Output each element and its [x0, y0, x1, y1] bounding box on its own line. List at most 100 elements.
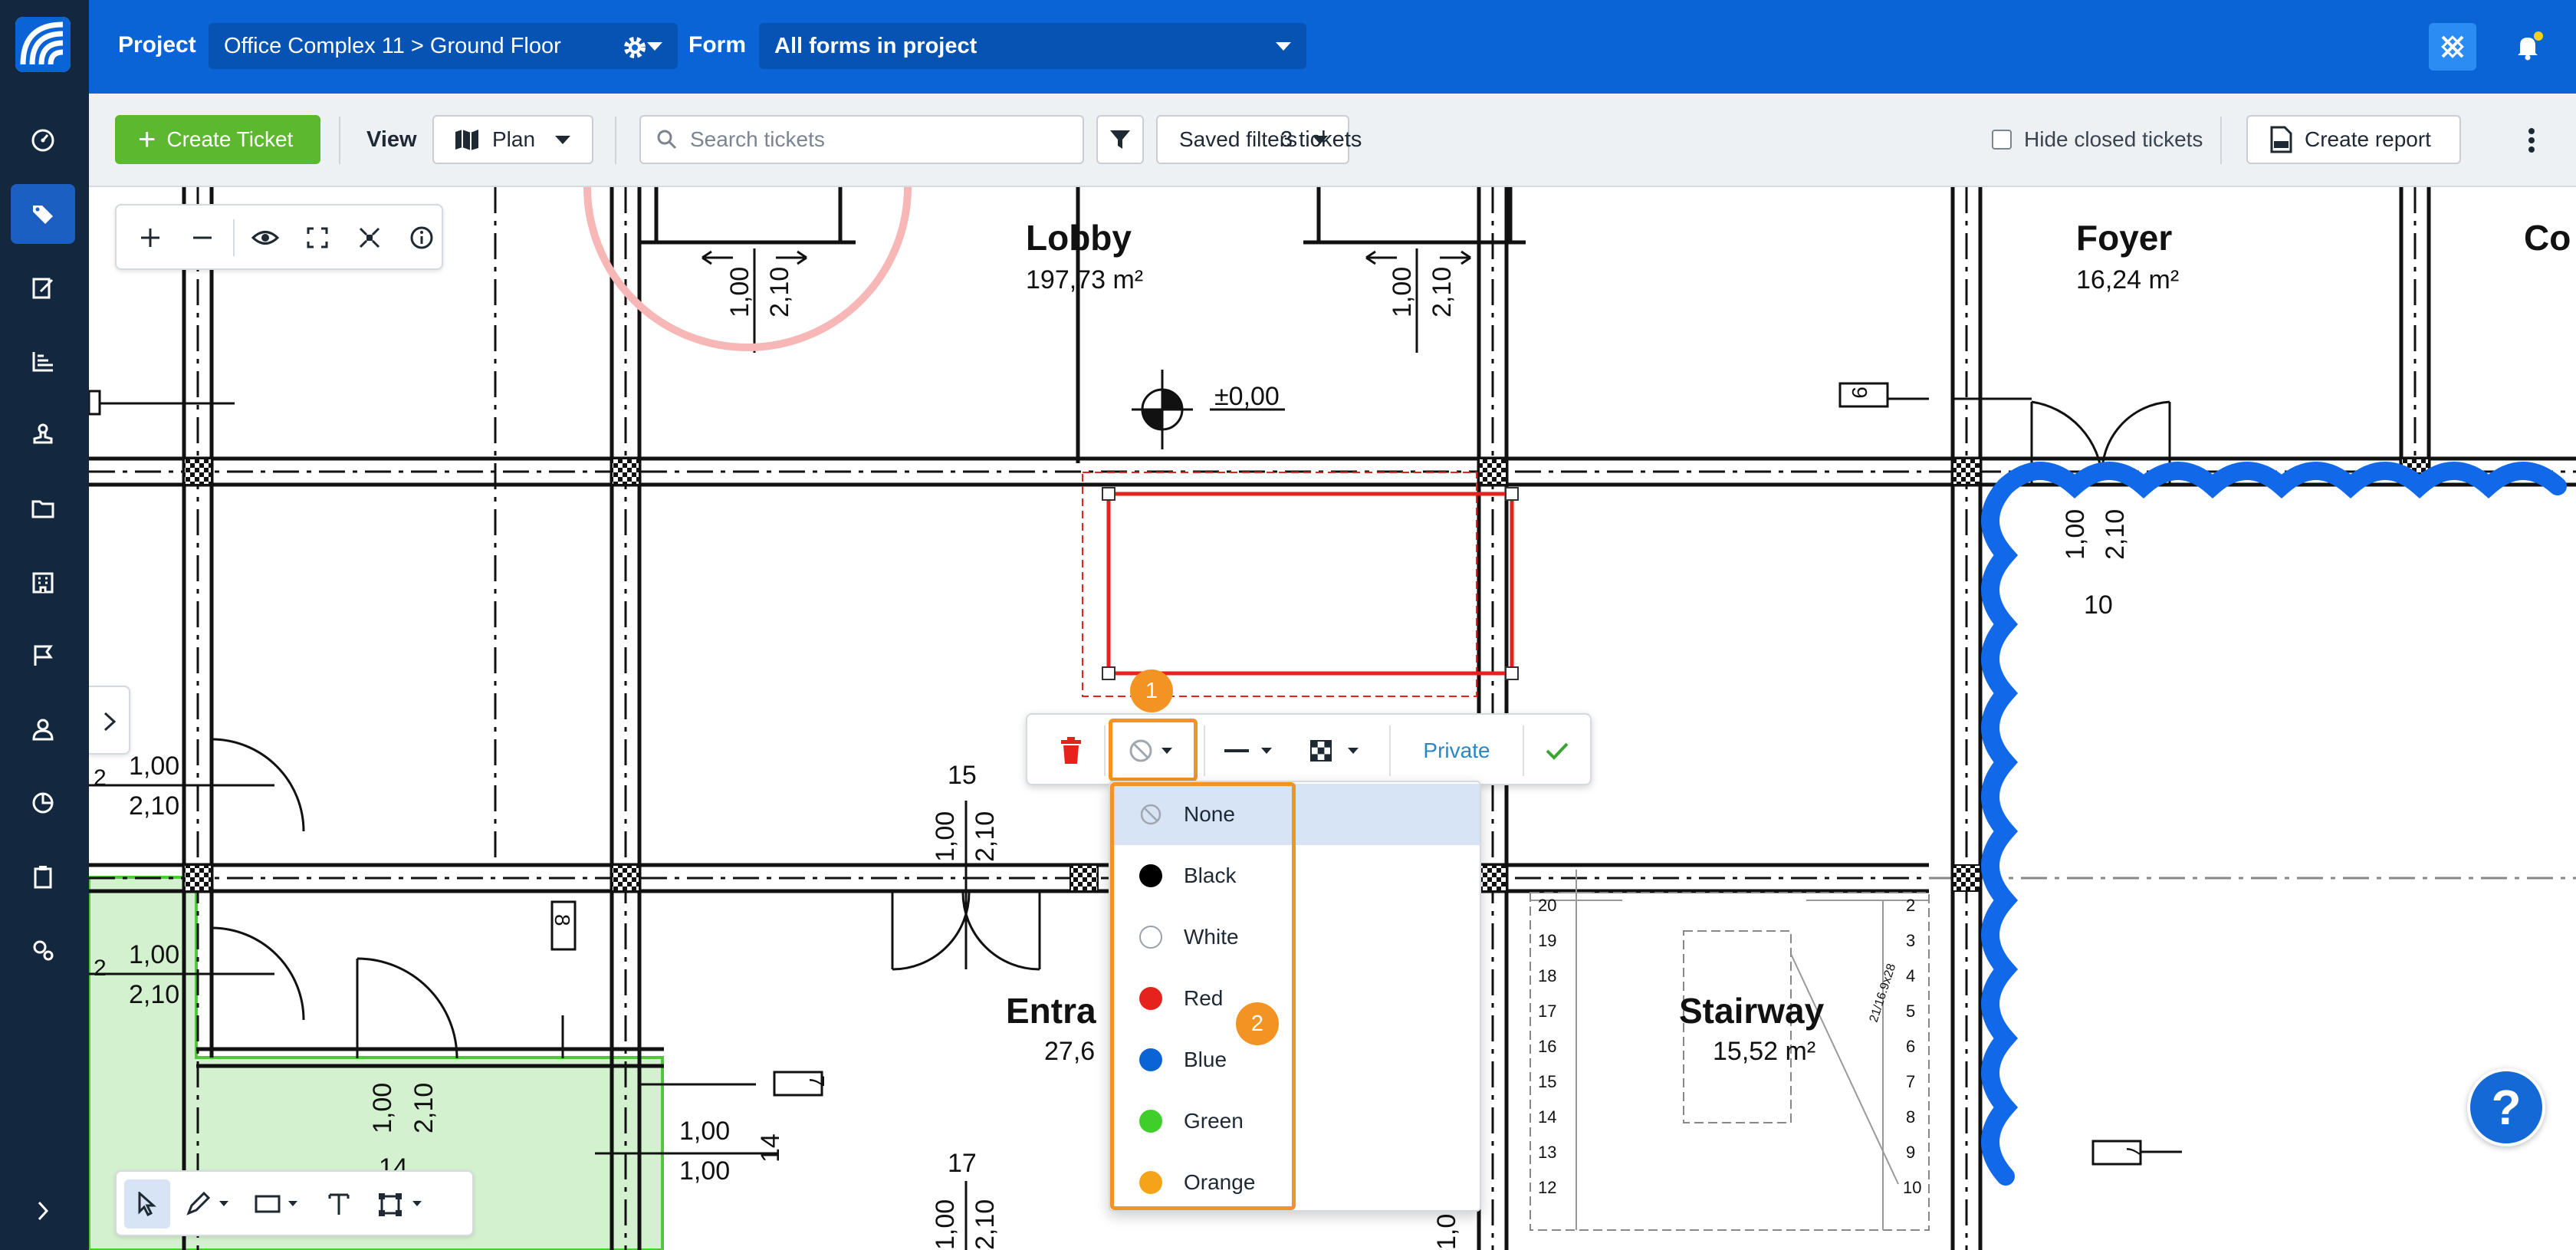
create-ticket-button[interactable]: + Create Ticket	[115, 115, 320, 164]
color-option-black[interactable]: Black	[1110, 845, 1480, 906]
shape-tool-button[interactable]	[247, 1179, 308, 1229]
settings-icon	[33, 940, 54, 961]
svg-text:1,00: 1,00	[725, 267, 754, 317]
plus-icon	[141, 229, 159, 247]
svg-text:197,73 m²: 197,73 m²	[1026, 265, 1143, 294]
pen-tool-button[interactable]	[178, 1179, 239, 1229]
sidebar-item-dashboard[interactable]	[11, 110, 75, 170]
pie-chart-icon	[32, 792, 54, 814]
user-icon	[32, 719, 54, 741]
side-panel-toggle[interactable]	[89, 686, 130, 755]
color-option-label: Red	[1184, 986, 1224, 1010]
step-badge-1: 1	[1130, 669, 1173, 712]
divider	[339, 117, 340, 164]
sidebar-item-tickets[interactable]	[11, 184, 75, 244]
color-option-orange[interactable]: Orange	[1110, 1152, 1480, 1213]
color-option-green[interactable]: Green	[1110, 1090, 1480, 1152]
sidebar-item-settings[interactable]	[11, 920, 75, 980]
pattern-button[interactable]	[1297, 725, 1380, 776]
svg-text:1,00: 1,00	[931, 1199, 960, 1250]
color-option-label: Blue	[1184, 1048, 1227, 1071]
svg-text:7: 7	[2122, 1144, 2146, 1156]
divider	[615, 117, 616, 164]
sidebar-item-milestones[interactable]	[11, 626, 75, 686]
svg-text:2,10: 2,10	[129, 791, 179, 821]
fill-color-menu: None Black White Red Blue Green Orange	[1109, 781, 1481, 1212]
sidebar-expand[interactable]	[11, 1181, 75, 1241]
tags-icon	[33, 206, 53, 224]
more-options-button[interactable]	[2518, 121, 2545, 160]
zoom-in-button[interactable]	[127, 215, 173, 261]
vector-square-icon	[379, 1193, 422, 1216]
svg-text:7: 7	[805, 1075, 829, 1087]
svg-text:5: 5	[1906, 1002, 1915, 1021]
svg-text:1,00: 1,00	[679, 1117, 730, 1146]
project-settings-button[interactable]	[618, 31, 652, 64]
view-select[interactable]: Plan	[432, 115, 593, 164]
apps-button[interactable]	[2429, 23, 2476, 71]
white-swatch-icon	[1139, 926, 1162, 949]
delete-annotation-button[interactable]	[1046, 725, 1096, 776]
text-tool-button[interactable]	[316, 1179, 362, 1229]
divider	[1104, 725, 1106, 776]
filter-button[interactable]	[1096, 115, 1144, 164]
red-swatch-icon	[1139, 987, 1162, 1010]
svg-text:2: 2	[1906, 896, 1915, 915]
search-input[interactable]: Search tickets	[639, 115, 1084, 164]
drawing-tools	[115, 1170, 474, 1236]
kebab-menu-icon	[2528, 128, 2535, 153]
create-report-button[interactable]: Create report	[2246, 115, 2461, 164]
sidebar-item-inspector[interactable]	[11, 405, 75, 465]
color-option-label: Orange	[1184, 1170, 1256, 1194]
visibility-button[interactable]	[242, 215, 288, 261]
blue-swatch-icon	[1139, 1048, 1162, 1071]
select-tool-button[interactable]	[124, 1179, 170, 1229]
form-select[interactable]: All forms in project	[759, 23, 1306, 69]
map-icon	[455, 130, 478, 150]
gear-icon	[624, 37, 646, 58]
line-style-button[interactable]	[1211, 725, 1293, 776]
hide-closed-checkbox[interactable]	[1992, 130, 2012, 150]
svg-text:1,00: 1,00	[1388, 267, 1417, 317]
confirm-annotation-button[interactable]	[1530, 725, 1584, 776]
svg-text:1,00: 1,00	[679, 1156, 730, 1186]
collapse-view-button[interactable]	[347, 215, 393, 261]
svg-text:15: 15	[948, 761, 977, 790]
zoom-out-button[interactable]	[179, 215, 225, 261]
color-option-red[interactable]: Red	[1110, 968, 1480, 1029]
info-button[interactable]	[399, 215, 445, 261]
color-option-white[interactable]: White	[1110, 906, 1480, 968]
color-option-blue[interactable]: Blue	[1110, 1029, 1480, 1090]
privacy-toggle[interactable]: Private	[1398, 725, 1515, 776]
svg-text:12: 12	[1538, 1178, 1556, 1197]
stamp-icon	[33, 423, 53, 444]
svg-text:8: 8	[550, 914, 574, 926]
edit-document-icon	[32, 278, 54, 299]
help-button[interactable]: ?	[2467, 1068, 2545, 1146]
app-logo[interactable]	[15, 17, 71, 72]
svg-text:9: 9	[1906, 1143, 1915, 1162]
svg-text:1,00: 1,00	[129, 940, 179, 969]
sidebar-item-reports[interactable]	[11, 331, 75, 391]
sidebar-item-forms[interactable]	[11, 258, 75, 317]
svg-text:18: 18	[1538, 966, 1556, 985]
color-option-none[interactable]: None	[1110, 784, 1480, 845]
notifications-button[interactable]	[2509, 28, 2547, 66]
ticket-count: 3 tickets	[1280, 127, 1362, 152]
fit-to-screen-button[interactable]	[294, 215, 340, 261]
hide-closed-toggle[interactable]: Hide closed tickets	[1992, 127, 2203, 152]
area-tool-button[interactable]	[370, 1179, 434, 1229]
sidebar-item-plans[interactable]	[11, 552, 75, 612]
project-value: Office Complex 11 > Ground Floor	[224, 33, 561, 58]
bell-icon	[2518, 31, 2543, 61]
svg-text:2: 2	[94, 765, 107, 791]
eye-icon	[251, 231, 279, 245]
pdf-icon	[2270, 126, 2292, 153]
room-name-lobby: Lobby	[1026, 218, 1132, 258]
sidebar-item-analytics[interactable]	[11, 773, 75, 833]
project-select[interactable]: Office Complex 11 > Ground Floor	[209, 23, 678, 69]
sidebar-item-checklists[interactable]	[11, 847, 75, 906]
sidebar-item-files[interactable]	[11, 479, 75, 538]
sidebar-item-users[interactable]	[11, 699, 75, 759]
fill-color-button[interactable]	[1113, 725, 1196, 776]
